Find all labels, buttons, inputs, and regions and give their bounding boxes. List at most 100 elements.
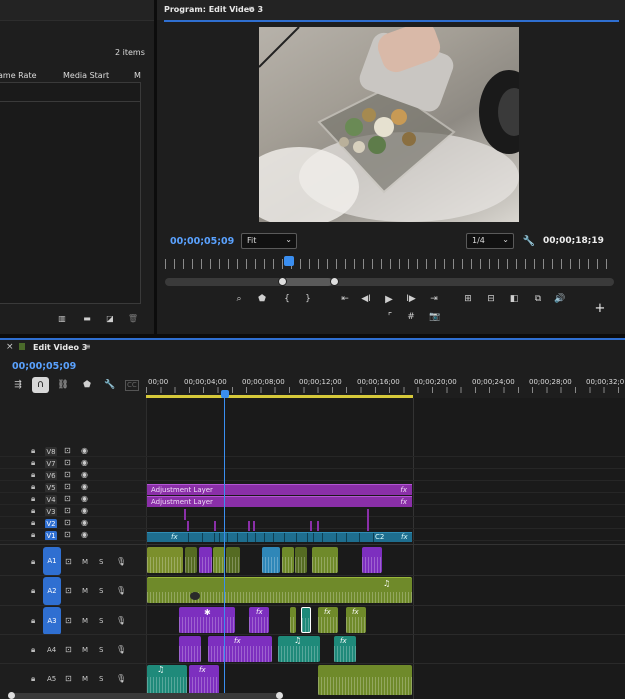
lift-icon[interactable]: ⊞ xyxy=(461,293,475,305)
audio-clip-music[interactable]: ♫ xyxy=(147,577,412,603)
solo-button[interactable]: S xyxy=(99,675,103,684)
scroll-handle-right[interactable] xyxy=(276,692,283,699)
audio-clip[interactable] xyxy=(312,547,338,573)
trash-icon[interactable]: 🗑 xyxy=(127,314,139,324)
lock-icon[interactable]: 🔒︎ xyxy=(31,645,35,655)
audio-clip[interactable]: ♫ xyxy=(278,636,320,662)
audio-clip[interactable]: fx xyxy=(318,607,338,633)
add-button-icon[interactable]: + xyxy=(594,301,606,316)
adjustment-layer-clip[interactable]: Adjustment Layer fx xyxy=(147,484,412,495)
time-ruler[interactable]: 00;00 00;00;04;00 00;00;08;00 00;00;12;0… xyxy=(146,374,625,398)
lock-icon[interactable]: 🔒︎ xyxy=(31,674,35,684)
wrench-icon[interactable]: 🔧 xyxy=(523,235,535,247)
safe-margins-icon[interactable]: ⌜ xyxy=(384,311,396,323)
audio-clip[interactable] xyxy=(318,665,412,695)
monitor-ruler[interactable] xyxy=(165,259,614,269)
microphone-icon[interactable]: 🎙︎ xyxy=(116,616,126,626)
column-media-end[interactable]: M xyxy=(134,71,141,81)
mark-out-icon[interactable]: } xyxy=(302,293,314,305)
lock-icon[interactable]: 🔒︎ xyxy=(31,557,35,567)
microphone-icon[interactable]: 🎙︎ xyxy=(116,586,126,596)
v2-clip[interactable] xyxy=(317,521,319,531)
timeline-title[interactable]: Edit Video 3 xyxy=(33,343,87,353)
sync-lock-icon[interactable]: ⊡ xyxy=(65,645,72,655)
hamburger-icon[interactable]: ≡ xyxy=(248,4,255,14)
timeline-playhead-line[interactable] xyxy=(224,396,225,699)
audio-clip[interactable] xyxy=(282,547,294,573)
sync-lock-icon[interactable]: ⊡ xyxy=(65,616,72,626)
solo-button[interactable]: S xyxy=(99,587,103,596)
audio-clip[interactable] xyxy=(185,547,197,573)
audio-clip[interactable] xyxy=(179,636,201,662)
zoom-handle-left[interactable] xyxy=(278,277,287,286)
v3-clip[interactable] xyxy=(184,509,186,520)
new-item-icon[interactable]: ◪ xyxy=(104,314,116,324)
resolution-dropdown[interactable]: 1/4 ⌄ xyxy=(466,233,514,249)
microphone-icon[interactable]: 🎙︎ xyxy=(116,645,126,655)
current-timecode[interactable]: 00;00;05;09 xyxy=(170,236,234,247)
audio-clip[interactable]: fx xyxy=(334,636,356,662)
play-icon[interactable]: ▶ xyxy=(383,293,395,305)
project-list[interactable] xyxy=(0,82,141,304)
audio-clip[interactable]: fx xyxy=(249,607,269,633)
microphone-icon[interactable]: 🎙︎ xyxy=(116,557,126,567)
column-frame-rate[interactable]: ame Rate xyxy=(0,71,37,81)
audio-clip[interactable] xyxy=(295,547,307,573)
linked-selection-icon[interactable]: ⛓ xyxy=(57,379,69,391)
sync-lock-icon[interactable]: ⊡ xyxy=(65,674,72,684)
audio-clip[interactable]: fx xyxy=(208,636,272,662)
zoom-handle-right[interactable] xyxy=(330,277,339,286)
v2-clip[interactable] xyxy=(367,509,369,531)
mute-button[interactable]: M xyxy=(82,675,88,684)
snap-icon[interactable]: ∩ xyxy=(32,377,49,393)
icon-view-icon[interactable]: ▥ xyxy=(56,314,68,324)
solo-button[interactable]: S xyxy=(99,558,103,567)
lock-icon[interactable]: 🔒︎ xyxy=(31,616,35,626)
solo-button[interactable]: S xyxy=(99,617,103,626)
step-back-icon[interactable]: ◀I xyxy=(360,293,372,305)
mark-in-icon[interactable]: { xyxy=(281,293,293,305)
export-icon[interactable]: ⧉ xyxy=(532,293,544,305)
timeline-timecode[interactable]: 00;00;05;09 xyxy=(12,361,76,372)
audio-clip[interactable] xyxy=(226,547,240,573)
track-target-a4[interactable]: A4 xyxy=(47,646,56,655)
timeline-scrollbar[interactable] xyxy=(8,692,283,699)
sync-lock-icon[interactable]: ⊡ xyxy=(65,586,72,596)
audio-clip[interactable] xyxy=(362,547,382,573)
grid-icon[interactable]: # xyxy=(405,311,417,323)
audio-clip[interactable] xyxy=(199,547,212,573)
mute-button[interactable]: M xyxy=(82,646,88,655)
v2-clip[interactable] xyxy=(253,521,255,531)
zoom-scrollbar-thumb[interactable] xyxy=(282,278,332,286)
go-to-out-icon[interactable]: ⇥ xyxy=(427,293,441,305)
lock-icon[interactable]: 🔒︎ xyxy=(31,586,35,596)
v1-clip-strip[interactable]: fx C2 fx xyxy=(147,532,412,542)
folder-icon[interactable]: ▬ xyxy=(81,314,93,324)
scroll-handle-left[interactable] xyxy=(8,692,15,699)
mute-button[interactable]: M xyxy=(82,617,88,626)
microphone-icon[interactable]: 🎙︎ xyxy=(116,674,126,684)
audio-clip[interactable] xyxy=(147,547,183,573)
settings-wrench-icon[interactable]: 🔧 xyxy=(104,379,116,391)
v2-clip[interactable] xyxy=(214,521,216,531)
go-to-in-icon[interactable]: ⇤ xyxy=(338,293,352,305)
playhead-marker[interactable] xyxy=(284,256,294,266)
marker-icon[interactable]: ⬟ xyxy=(256,293,268,305)
audio-clip[interactable] xyxy=(262,547,280,573)
hamburger-icon[interactable]: ≡ xyxy=(84,342,91,352)
track-target-a2[interactable]: A2 xyxy=(43,577,61,605)
v2-clip[interactable] xyxy=(187,521,189,531)
audio-clip[interactable] xyxy=(290,607,296,633)
audio-clip[interactable]: ✱ xyxy=(179,607,235,633)
keyframe-icon[interactable] xyxy=(190,592,200,600)
camera-icon[interactable]: 📷 xyxy=(429,311,441,323)
extract-icon[interactable]: ⊟ xyxy=(484,293,498,305)
column-media-start[interactable]: Media Start xyxy=(63,71,109,81)
track-target-a3[interactable]: A3 xyxy=(43,607,61,635)
step-forward-icon[interactable]: I▶ xyxy=(405,293,417,305)
insert-nest-icon[interactable]: ⇶ xyxy=(12,379,24,391)
captions-icon[interactable]: CC xyxy=(125,380,139,391)
sync-lock-icon[interactable]: ⊡ xyxy=(65,557,72,567)
mute-button[interactable]: M xyxy=(82,558,88,567)
adjustment-layer-clip[interactable]: Adjustment Layer fx xyxy=(147,496,412,507)
